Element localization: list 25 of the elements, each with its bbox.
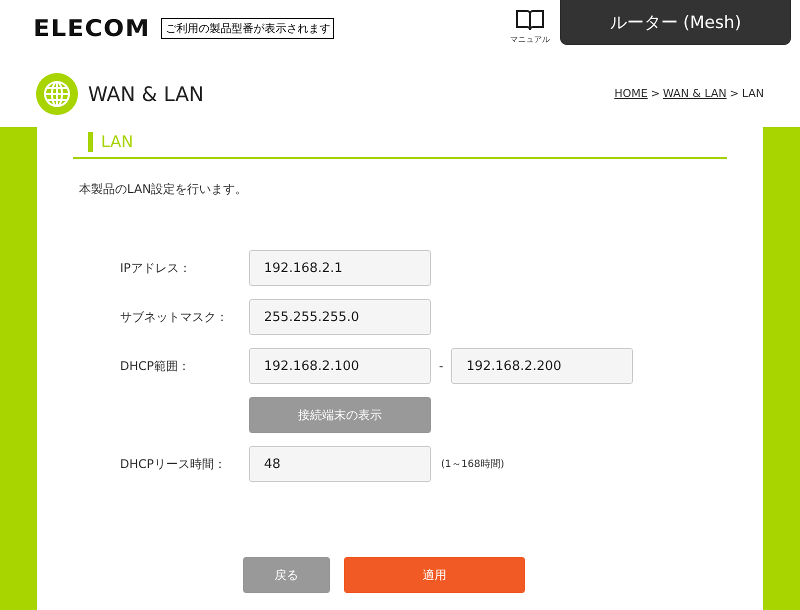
field-label: サブネットマスク： (119, 308, 229, 326)
breadcrumb-separator: > (650, 87, 660, 100)
section-description: 本製品のLAN設定を行います。 (79, 181, 248, 198)
breadcrumb-link[interactable]: HOME (614, 87, 648, 100)
manual-button[interactable]: マニュアル (510, 8, 550, 45)
model-label: ご利用の製品型番が表示されます (161, 18, 334, 39)
breadcrumb-link[interactable]: WAN & LAN (662, 87, 727, 100)
field-hint: (1～168時間) (441, 458, 506, 471)
breadcrumb-separator: > (730, 87, 739, 100)
input-field[interactable]: 255.255.255.0 (249, 299, 431, 335)
logo: ELECOM (33, 16, 150, 42)
range-separator: - (439, 359, 444, 373)
globe-icon (36, 72, 78, 114)
input-field[interactable]: 192.168.2.200 (451, 348, 634, 384)
mode-tab[interactable]: ルーター (Mesh) (560, 0, 791, 45)
page-title: WAN & LAN (88, 82, 205, 106)
book-icon (515, 8, 545, 32)
field-label: DHCPリース時間： (119, 456, 227, 472)
breadcrumb-current: LAN (742, 87, 764, 100)
section-title: LAN (88, 132, 134, 152)
input-field[interactable]: 192.168.2.1 (249, 250, 431, 286)
input-field[interactable]: 192.168.2.100 (249, 348, 431, 384)
field-label: IPアドレス： (119, 260, 192, 276)
input-field[interactable]: 48 (249, 446, 431, 482)
field-label: DHCP範囲： (119, 358, 191, 374)
